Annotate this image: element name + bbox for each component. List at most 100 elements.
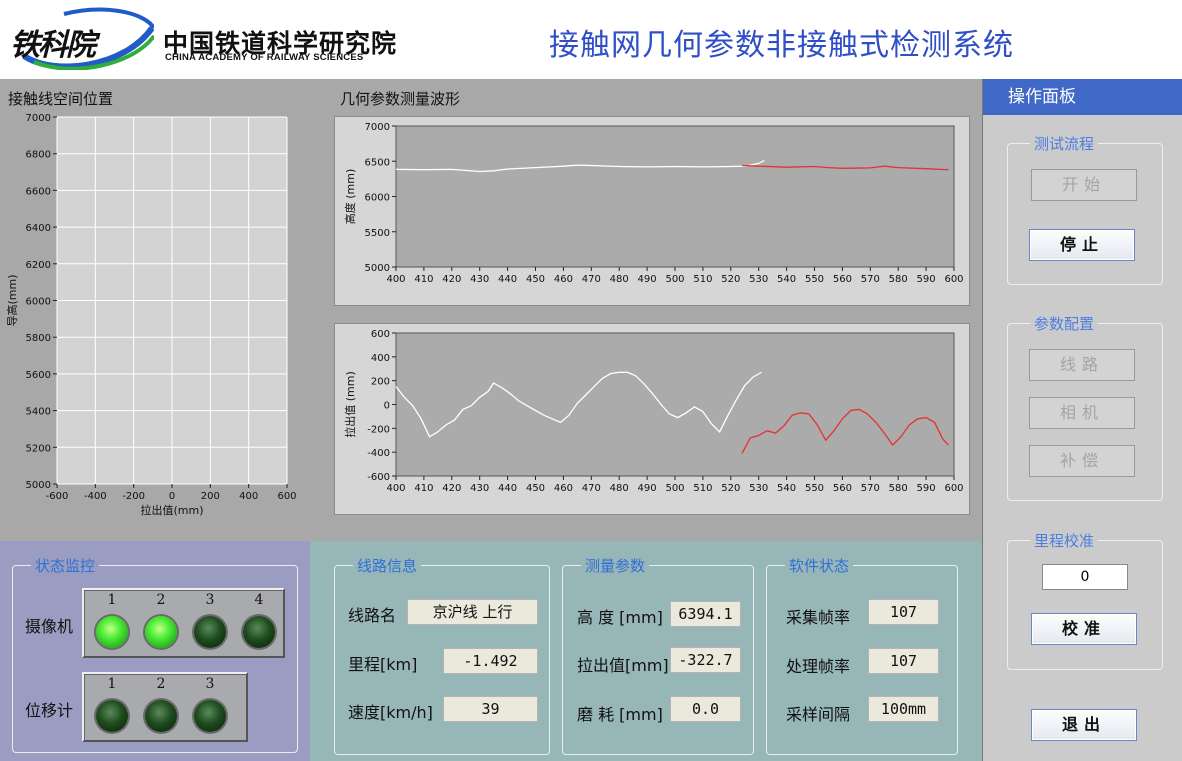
y-tick-label: 5600 bbox=[26, 370, 51, 381]
mileage-calibration-input[interactable]: 0 bbox=[1042, 564, 1128, 590]
stagger-value: -322.7 bbox=[670, 647, 741, 673]
displacement-led-number: 3 bbox=[205, 676, 215, 692]
y-tick-label: -600 bbox=[367, 472, 390, 483]
x-tick-label: 470 bbox=[582, 483, 601, 494]
plot-area bbox=[395, 125, 955, 268]
x-tick-label: 520 bbox=[721, 274, 740, 285]
x-tick-label: 400 bbox=[386, 483, 405, 494]
camera-led-number: 3 bbox=[205, 592, 215, 608]
header: 铁科院 中国铁道科学研究院 CHINA ACADEMY OF RAILWAY S… bbox=[0, 0, 1182, 79]
camera-button[interactable]: 相机 bbox=[1029, 397, 1135, 429]
x-tick-label: -200 bbox=[122, 491, 145, 502]
x-tick-label: 450 bbox=[526, 483, 545, 494]
calibrate-button[interactable]: 校准 bbox=[1031, 613, 1137, 645]
camera-led-1-indicator-icon bbox=[96, 616, 128, 648]
height-waveform-chart: 400 410 420 430 440 450 460 470 480 490 500 510 520 5… bbox=[343, 122, 964, 285]
start-button[interactable]: 开始 bbox=[1031, 169, 1137, 201]
x-tick-label: 590 bbox=[917, 274, 936, 285]
x-tick-label: 490 bbox=[638, 483, 657, 494]
x-tick-label: 460 bbox=[554, 483, 573, 494]
mileage-calibration-group: 里程校准 bbox=[1007, 530, 1163, 670]
x-tick-label: 570 bbox=[861, 483, 880, 494]
y-tick-label: 5400 bbox=[26, 407, 51, 418]
stop-button[interactable]: 停止 bbox=[1029, 229, 1135, 261]
x-tick-label: 440 bbox=[498, 483, 517, 494]
x-tick-label: 550 bbox=[805, 483, 824, 494]
status-group-title: 状态监控 bbox=[31, 555, 100, 576]
y-tick-label: 0 bbox=[384, 401, 390, 412]
wear-value: 0.0 bbox=[670, 696, 741, 722]
height-value: 6394.1 bbox=[670, 601, 741, 627]
speed-value: 39 bbox=[443, 696, 538, 722]
y-tick-label: 5800 bbox=[26, 333, 51, 344]
x-tick-label: 510 bbox=[693, 274, 712, 285]
x-tick-label: 200 bbox=[201, 491, 220, 502]
mileage-label: 里程[km] bbox=[348, 655, 418, 674]
acquisition-rate-value: 107 bbox=[868, 599, 939, 625]
x-tick-label: 480 bbox=[610, 274, 629, 285]
y-tick-label: 5200 bbox=[26, 443, 51, 454]
x-tick-label: 440 bbox=[498, 274, 517, 285]
height-label: 高 度 [mm] bbox=[577, 608, 663, 627]
line-info-title: 线路信息 bbox=[353, 555, 422, 576]
x-tick-label: 540 bbox=[777, 274, 796, 285]
x-tick-label: 400 bbox=[386, 274, 405, 285]
y-tick-label: 6500 bbox=[365, 157, 390, 168]
x-axis-label: 拉出值(mm) bbox=[140, 503, 203, 517]
mileage-value: -1.492 bbox=[443, 648, 538, 674]
info-section: 线路信息 线路名 京沪线 上行 里程[km] -1.492 速度[km/h] 3… bbox=[310, 541, 982, 761]
y-tick-label: 6200 bbox=[26, 260, 51, 271]
y-tick-label: -400 bbox=[367, 448, 390, 459]
y-tick-label: 7000 bbox=[365, 122, 390, 133]
camera-led-2-indicator-icon bbox=[145, 616, 177, 648]
stagger-waveform-chart: 400 410 420 430 440 450 460 470 480 490 500 510 520 5… bbox=[343, 329, 964, 494]
sample-interval-label: 采样间隔 bbox=[786, 705, 851, 724]
x-tick-label: 490 bbox=[638, 274, 657, 285]
x-tick-label: 480 bbox=[610, 483, 629, 494]
x-tick-label: 470 bbox=[582, 274, 601, 285]
x-tick-label: 450 bbox=[526, 274, 545, 285]
mileage-calibration-title: 里程校准 bbox=[1030, 530, 1099, 551]
operation-panel: 操作面板 测试流程 开始 停止 参数配置 线路 相机 补偿 里程校准 0 校准 … bbox=[982, 79, 1182, 761]
displacement-led-number: 1 bbox=[107, 676, 117, 692]
x-tick-label: 530 bbox=[749, 274, 768, 285]
x-tick-label: 580 bbox=[889, 274, 908, 285]
status-section: 状态监控 摄像机 1 2 3 4 位移计 1 2 3 bbox=[0, 541, 310, 761]
wear-label: 磨 耗 [mm] bbox=[577, 705, 663, 724]
x-tick-label: -400 bbox=[84, 491, 107, 502]
x-tick-label: 500 bbox=[665, 483, 684, 494]
acquisition-rate-label: 采集帧率 bbox=[786, 608, 851, 627]
x-tick-label: 0 bbox=[169, 491, 175, 502]
x-tick-label: 430 bbox=[470, 274, 489, 285]
x-tick-label: 550 bbox=[805, 274, 824, 285]
displacement-led-3-indicator-icon bbox=[194, 700, 226, 732]
x-tick-label: 400 bbox=[239, 491, 258, 502]
logo: 铁科院 bbox=[4, 6, 154, 70]
camera-led-number: 4 bbox=[254, 592, 264, 608]
stagger-label: 拉出值[mm] bbox=[577, 656, 669, 675]
route-button[interactable]: 线路 bbox=[1029, 349, 1135, 381]
plot-area bbox=[395, 332, 955, 477]
displacement-led-1-indicator-icon bbox=[96, 700, 128, 732]
x-tick-label: 530 bbox=[749, 483, 768, 494]
y-tick-label: 5000 bbox=[365, 263, 390, 274]
exit-button[interactable]: 退出 bbox=[1031, 709, 1137, 741]
y-tick-label: 400 bbox=[371, 353, 390, 364]
x-tick-label: 520 bbox=[721, 483, 740, 494]
software-title: 软件状态 bbox=[785, 555, 854, 576]
logo-script: 铁科院 bbox=[10, 28, 96, 63]
sample-interval-value: 100mm bbox=[868, 696, 939, 722]
compensation-button[interactable]: 补偿 bbox=[1029, 445, 1135, 477]
x-tick-label: 430 bbox=[470, 483, 489, 494]
camera-led-number: 2 bbox=[156, 592, 166, 608]
waveform-caption: 几何参数测量波形 bbox=[340, 90, 461, 108]
camera-led-3-indicator-icon bbox=[194, 616, 226, 648]
test-flow-title: 测试流程 bbox=[1030, 133, 1099, 154]
displacement-label: 位移计 bbox=[25, 701, 74, 720]
x-tick-label: 410 bbox=[414, 274, 433, 285]
y-tick-label: 600 bbox=[371, 329, 390, 340]
y-tick-label: 200 bbox=[371, 377, 390, 388]
y-tick-label: 6400 bbox=[26, 223, 51, 234]
x-tick-label: 510 bbox=[693, 483, 712, 494]
displacement-led-2-indicator-icon bbox=[145, 700, 177, 732]
